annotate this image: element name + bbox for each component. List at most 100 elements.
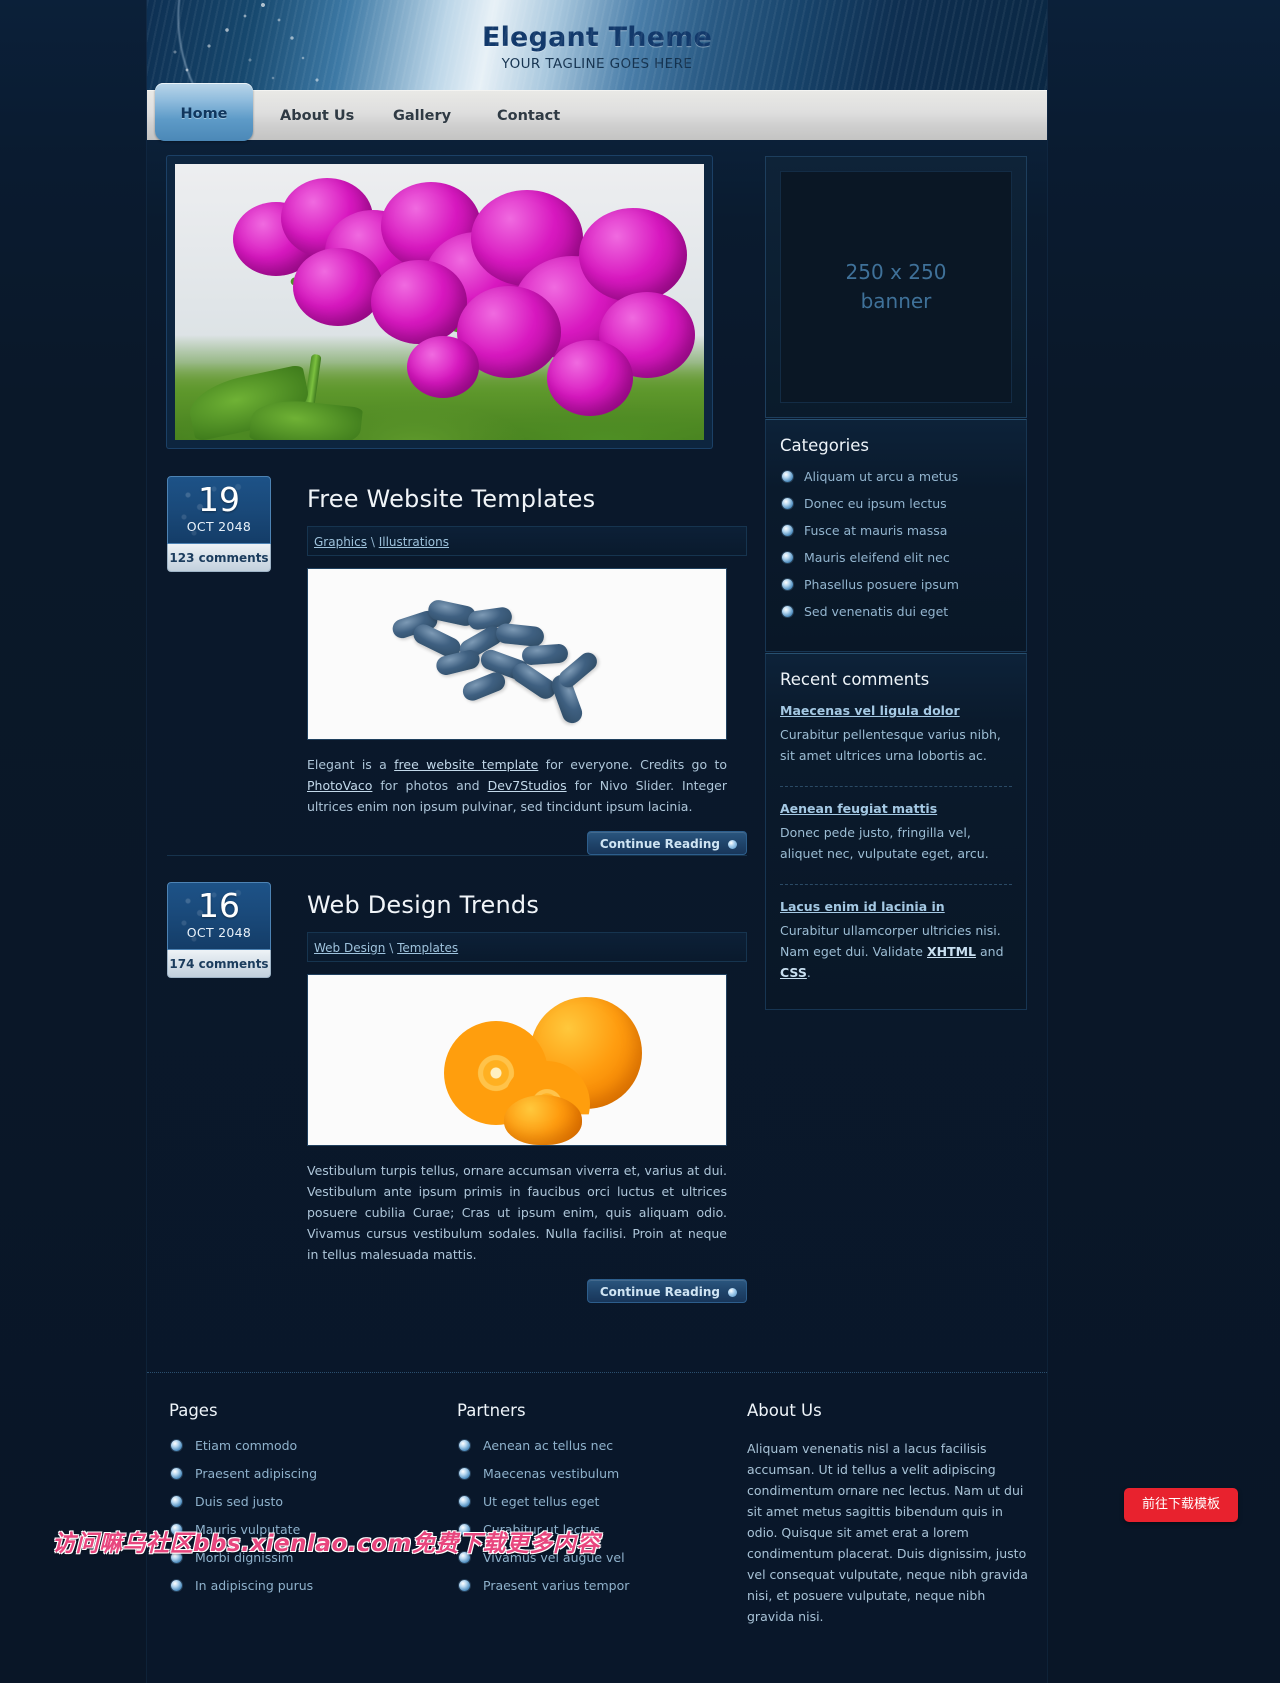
post-inline-link[interactable]: free website template bbox=[394, 757, 538, 772]
footer-partners-column: Partners Aenean ac tellus nec Maecenas v… bbox=[457, 1389, 727, 1606]
list-item[interactable]: Maecenas vestibulum bbox=[457, 1466, 727, 1494]
footer-about-text: Aliquam venenatis nisl a lacus facilisis… bbox=[747, 1441, 1028, 1624]
post-category-link[interactable]: Web Design bbox=[314, 941, 385, 955]
recent-comment-item: Maecenas vel ligula dolor Curabitur pell… bbox=[780, 703, 1012, 772]
footer-pages-title: Pages bbox=[169, 1401, 218, 1420]
banner-placeholder[interactable]: 250 x 250 banner bbox=[765, 156, 1027, 418]
post-category-link[interactable]: Graphics bbox=[314, 535, 367, 549]
download-template-button[interactable]: 前往下载模板 bbox=[1124, 1488, 1238, 1522]
post-category-separator: \ bbox=[370, 535, 375, 549]
site-header: Elegant Theme YOUR TAGLINE GOES HERE bbox=[147, 0, 1047, 90]
post-inline-link[interactable]: PhotoVaco bbox=[307, 778, 372, 793]
recent-comment-text: Curabitur pellentesque varius nibh, sit … bbox=[780, 727, 1001, 763]
recent-comment-text: Curabitur ullamcorper ultricies nisi. Na… bbox=[780, 920, 1012, 983]
post-title[interactable]: Web Design Trends bbox=[307, 882, 747, 920]
bullet-icon bbox=[171, 1440, 182, 1451]
recent-comment-link[interactable]: Aenean feugiat mattis bbox=[780, 801, 1012, 816]
post-date-top: 19 OCT 2048 bbox=[167, 476, 271, 544]
post-body: Web Design Trends Web Design \ Templates… bbox=[307, 882, 747, 1303]
xhtml-validate-link[interactable]: XHTML bbox=[927, 944, 976, 959]
list-item[interactable]: In adipiscing purus bbox=[169, 1578, 439, 1606]
site-tagline: YOUR TAGLINE GOES HERE bbox=[501, 56, 693, 72]
bullet-icon bbox=[459, 1440, 470, 1451]
watermark-text: 访问嘛乌社区bbs.xienlao.com免费下载更多内容 bbox=[52, 1531, 600, 1557]
recent-comment-text: Donec pede justo, fringilla vel, aliquet… bbox=[780, 825, 989, 861]
header-arc-decoration bbox=[147, 0, 552, 90]
comment-text-part: . bbox=[806, 965, 811, 980]
bullet-icon bbox=[171, 1496, 182, 1507]
list-item[interactable]: Donec eu ipsum lectus bbox=[780, 496, 1012, 523]
comment-text-part: and bbox=[976, 944, 1004, 959]
bullet-icon bbox=[459, 1468, 470, 1479]
footer-link-label: Etiam commodo bbox=[195, 1438, 298, 1453]
footer-pages-column: Pages Etiam commodo Praesent adipiscing … bbox=[169, 1389, 439, 1606]
main-column: 19 OCT 2048 123 comments Free Website Te… bbox=[167, 156, 747, 1303]
list-item[interactable]: Sed venenatis dui eget bbox=[780, 604, 1012, 631]
post-comment-count[interactable]: 123 comments bbox=[167, 544, 271, 572]
continue-reading-button[interactable]: Continue Reading bbox=[586, 831, 747, 855]
post-body: Free Website Templates Graphics \ Illust… bbox=[307, 476, 747, 855]
list-item[interactable]: Aliquam ut arcu a metus bbox=[780, 469, 1012, 496]
post-comment-count[interactable]: 174 comments bbox=[167, 950, 271, 978]
nav-item-home[interactable]: Home bbox=[155, 83, 253, 141]
post-date-top: 16 OCT 2048 bbox=[167, 882, 271, 950]
post-date-day: 16 bbox=[198, 886, 240, 925]
list-item[interactable]: Praesent varius tempor bbox=[457, 1578, 727, 1606]
category-label: Sed venenatis dui eget bbox=[804, 604, 949, 619]
header-bubble-swirl-decoration bbox=[147, 0, 457, 90]
recent-comment-link[interactable]: Maecenas vel ligula dolor bbox=[780, 703, 1012, 718]
post-category-link[interactable]: Illustrations bbox=[379, 535, 449, 549]
hero-slider[interactable] bbox=[167, 156, 712, 448]
bullet-icon bbox=[171, 1580, 182, 1591]
sidebar: 250 x 250 banner Categories Aliquam ut a… bbox=[765, 156, 1027, 1010]
css-validate-link[interactable]: CSS bbox=[780, 965, 807, 980]
footer-about-title: About Us bbox=[747, 1401, 822, 1420]
post-categories: Graphics \ Illustrations bbox=[307, 526, 747, 556]
category-label: Mauris eleifend elit nec bbox=[804, 550, 950, 565]
footer-partners-list: Aenean ac tellus nec Maecenas vestibulum… bbox=[457, 1438, 727, 1606]
category-label: Aliquam ut arcu a metus bbox=[804, 469, 959, 484]
nav-item-gallery[interactable]: Gallery bbox=[393, 91, 451, 141]
post-date-badge: 16 OCT 2048 174 comments bbox=[167, 882, 271, 978]
post-date-badge: 19 OCT 2048 123 comments bbox=[167, 476, 271, 572]
post-category-link[interactable]: Templates bbox=[397, 941, 458, 955]
footer-link-label: Duis sed justo bbox=[195, 1494, 284, 1509]
category-label: Phasellus posuere ipsum bbox=[804, 577, 959, 592]
footer-pages-list: Etiam commodo Praesent adipiscing Duis s… bbox=[169, 1438, 439, 1606]
bullet-icon bbox=[782, 471, 793, 482]
post-image-pills bbox=[307, 568, 727, 740]
footer-link-label: Aenean ac tellus nec bbox=[483, 1438, 614, 1453]
post-item: 16 OCT 2048 174 comments Web Design Tren… bbox=[167, 882, 747, 1303]
list-item[interactable]: Phasellus posuere ipsum bbox=[780, 577, 1012, 604]
list-item[interactable]: Aenean ac tellus nec bbox=[457, 1438, 727, 1466]
continue-reading-button[interactable]: Continue Reading bbox=[586, 1279, 747, 1303]
category-label: Fusce at mauris massa bbox=[804, 523, 948, 538]
footer-link-label: Praesent adipiscing bbox=[195, 1466, 317, 1481]
footer-link-label: Ut eget tellus eget bbox=[483, 1494, 600, 1509]
list-item[interactable]: Ut eget tellus eget bbox=[457, 1494, 727, 1522]
post-text-part: for photos and bbox=[372, 778, 488, 793]
bullet-icon bbox=[459, 1580, 470, 1591]
footer-about-column: About Us Aliquam venenatis nisl a lacus … bbox=[747, 1389, 1032, 1627]
main-navigation: Home About Us Gallery Contact bbox=[147, 83, 1047, 141]
nav-item-about-us[interactable]: About Us bbox=[280, 91, 354, 141]
footer-link-label: Praesent varius tempor bbox=[483, 1578, 630, 1593]
bullet-icon bbox=[782, 498, 793, 509]
sidebar-categories-widget: Categories Aliquam ut arcu a metus Donec… bbox=[765, 419, 1027, 652]
list-item[interactable]: Etiam commodo bbox=[169, 1438, 439, 1466]
post-text-part: for everyone. Credits go to bbox=[538, 757, 728, 772]
list-item[interactable]: Mauris eleifend elit nec bbox=[780, 550, 1012, 577]
post-date-month-year: OCT 2048 bbox=[186, 519, 252, 534]
recent-comment-link[interactable]: Lacus enim id lacinia in bbox=[780, 899, 1012, 914]
comment-divider bbox=[780, 786, 1012, 787]
comment-divider bbox=[780, 884, 1012, 885]
nav-item-contact[interactable]: Contact bbox=[497, 91, 560, 141]
banner-size-label: 250 x 250 bbox=[845, 260, 947, 284]
bullet-icon bbox=[782, 606, 793, 617]
list-item[interactable]: Duis sed justo bbox=[169, 1494, 439, 1522]
footer-link-label: Maecenas vestibulum bbox=[483, 1466, 620, 1481]
list-item[interactable]: Fusce at mauris massa bbox=[780, 523, 1012, 550]
list-item[interactable]: Praesent adipiscing bbox=[169, 1466, 439, 1494]
post-title[interactable]: Free Website Templates bbox=[307, 476, 747, 514]
post-inline-link[interactable]: Dev7Studios bbox=[488, 778, 567, 793]
